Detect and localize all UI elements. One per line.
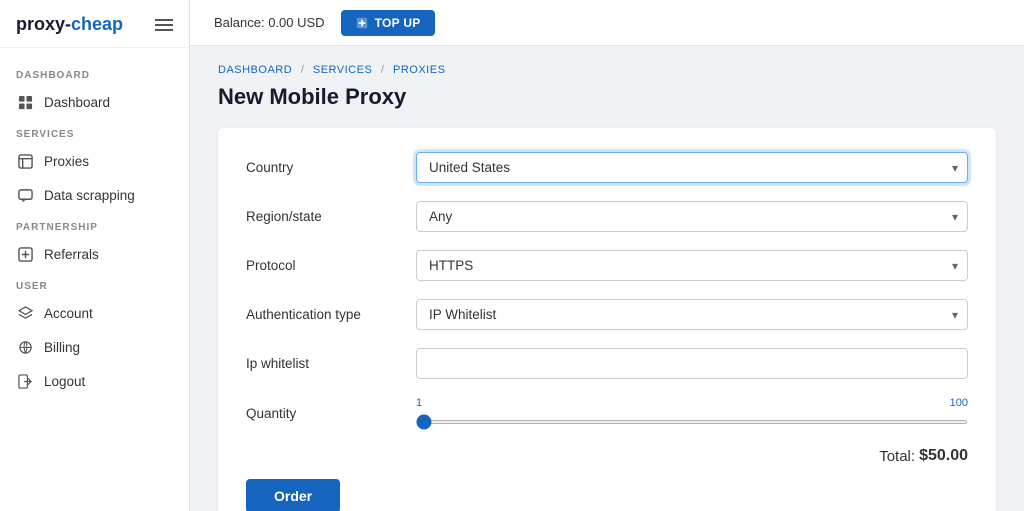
sidebar-item-data-scraping-label: Data scrapping <box>44 188 135 203</box>
sidebar-item-referrals-label: Referrals <box>44 247 99 262</box>
region-row: Region/state Any California New York Tex… <box>246 201 968 232</box>
auth-row: Authentication type IP Whitelist Usernam… <box>246 299 968 330</box>
sidebar-item-logout-label: Logout <box>44 374 85 389</box>
region-label: Region/state <box>246 209 416 224</box>
sidebar-item-billing-label: Billing <box>44 340 80 355</box>
referrals-icon <box>16 245 34 263</box>
ip-whitelist-row: Ip whitelist <box>246 348 968 379</box>
sidebar-item-account-label: Account <box>44 306 93 321</box>
auth-select[interactable]: IP Whitelist Username/Password <box>416 299 968 330</box>
sidebar-item-referrals[interactable]: Referrals <box>0 237 189 271</box>
sidebar-section-user: USER <box>0 271 189 296</box>
chat-icon <box>16 186 34 204</box>
topbar: Balance: 0.00 USD TOP UP <box>190 0 1024 46</box>
quantity-slider-wrap: 1 100 <box>416 397 968 429</box>
protocol-select[interactable]: HTTPS HTTP SOCKS5 <box>416 250 968 281</box>
logo-text: proxy-cheap <box>16 14 123 35</box>
breadcrumb-services[interactable]: SERVICES <box>313 64 372 76</box>
breadcrumb: DASHBOARD / SERVICES / PROXIES <box>218 64 996 76</box>
country-label: Country <box>246 160 416 175</box>
total-row: Total: $50.00 <box>246 447 968 465</box>
logout-icon <box>16 372 34 390</box>
sidebar-item-dashboard-label: Dashboard <box>44 95 110 110</box>
topup-label: TOP UP <box>375 16 421 30</box>
auth-select-wrap: IP Whitelist Username/Password ▾ <box>416 299 968 330</box>
sidebar-nav: DASHBOARD Dashboard SERVICES Proxies Dat… <box>0 48 189 410</box>
quantity-row: Quantity 1 100 <box>246 397 968 429</box>
protocol-label: Protocol <box>246 258 416 273</box>
breadcrumb-sep1: / <box>301 64 308 76</box>
topup-icon <box>355 16 369 30</box>
page-body: DASHBOARD / SERVICES / PROXIES New Mobil… <box>190 46 1024 511</box>
region-select-wrap: Any California New York Texas ▾ <box>416 201 968 232</box>
sidebar-item-logout[interactable]: Logout <box>0 364 189 398</box>
order-button[interactable]: Order <box>246 479 340 511</box>
box-icon <box>16 152 34 170</box>
breadcrumb-sep2: / <box>381 64 388 76</box>
main-content: Balance: 0.00 USD TOP UP DASHBOARD / SER… <box>190 0 1024 511</box>
sidebar-item-account[interactable]: Account <box>0 296 189 330</box>
ip-whitelist-input[interactable] <box>416 348 968 379</box>
sidebar-section-partnership: PARTNERSHIP <box>0 212 189 237</box>
quantity-slider[interactable] <box>416 420 968 424</box>
sidebar-item-data-scraping[interactable]: Data scrapping <box>0 178 189 212</box>
quantity-label: Quantity <box>246 406 416 421</box>
total-label: Total: <box>879 448 915 465</box>
topup-button[interactable]: TOP UP <box>341 10 435 36</box>
balance-display: Balance: 0.00 USD <box>214 15 325 30</box>
globe-icon <box>16 338 34 356</box>
breadcrumb-proxies[interactable]: PROXIES <box>393 64 445 76</box>
slider-min-label: 1 <box>416 397 422 409</box>
ip-whitelist-label: Ip whitelist <box>246 356 416 371</box>
hamburger-menu[interactable] <box>155 19 173 31</box>
sidebar: proxy-cheap DASHBOARD Dashboard SERVICES… <box>0 0 190 511</box>
page-title: New Mobile Proxy <box>218 84 996 110</box>
protocol-row: Protocol HTTPS HTTP SOCKS5 ▾ <box>246 250 968 281</box>
slider-max-label: 100 <box>950 397 968 409</box>
protocol-select-wrap: HTTPS HTTP SOCKS5 ▾ <box>416 250 968 281</box>
logo-area: proxy-cheap <box>0 0 189 48</box>
total-amount: $50.00 <box>919 447 968 465</box>
sidebar-item-proxies[interactable]: Proxies <box>0 144 189 178</box>
sidebar-item-billing[interactable]: Billing <box>0 330 189 364</box>
region-select[interactable]: Any California New York Texas <box>416 201 968 232</box>
form-card: Country United States United Kingdom Ger… <box>218 128 996 511</box>
logo-accent: cheap <box>71 14 123 34</box>
sidebar-item-proxies-label: Proxies <box>44 154 89 169</box>
layers-icon <box>16 304 34 322</box>
grid-icon <box>16 93 34 111</box>
sidebar-section-dashboard: DASHBOARD <box>0 60 189 85</box>
country-select-wrap: United States United Kingdom Germany Fra… <box>416 152 968 183</box>
auth-label: Authentication type <box>246 307 416 322</box>
country-select[interactable]: United States United Kingdom Germany Fra… <box>416 152 968 183</box>
sidebar-section-services: SERVICES <box>0 119 189 144</box>
country-row: Country United States United Kingdom Ger… <box>246 152 968 183</box>
sidebar-item-dashboard[interactable]: Dashboard <box>0 85 189 119</box>
slider-labels: 1 100 <box>416 397 968 409</box>
breadcrumb-dashboard[interactable]: DASHBOARD <box>218 64 292 76</box>
